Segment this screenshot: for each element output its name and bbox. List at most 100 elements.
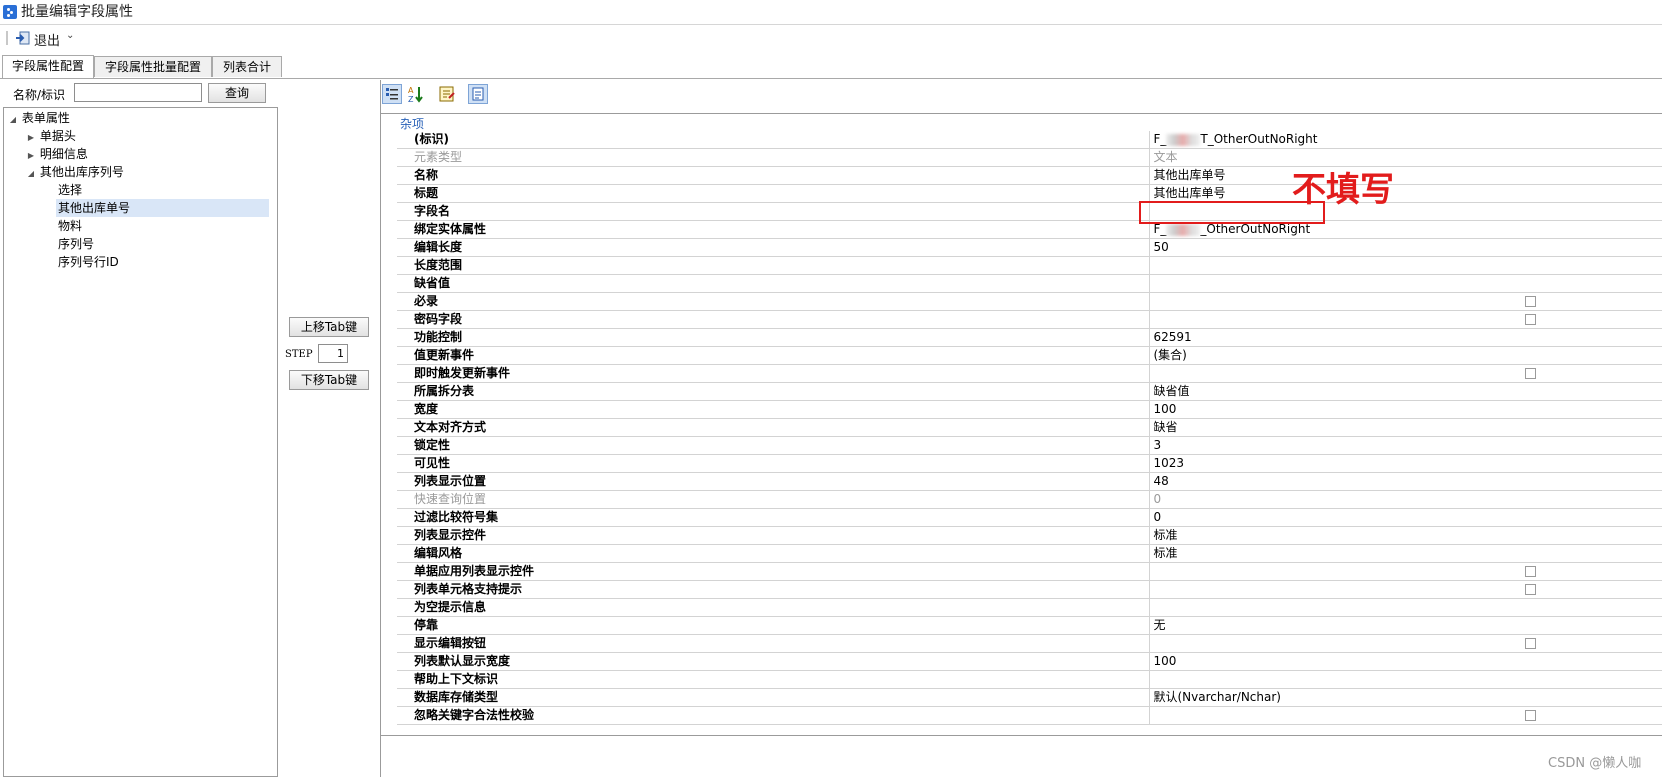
tree-root[interactable]: ◢ 表单属性 [4,109,277,127]
property-row[interactable]: 长度范围 [397,256,1662,275]
property-value[interactable] [1149,310,1662,329]
tree-leaf-material[interactable]: 物料 [4,217,277,235]
property-row[interactable]: 即时触发更新事件 [397,364,1662,383]
property-row[interactable]: 值更新事件 (集合) [397,346,1662,365]
property-row[interactable]: (标识) F_ T_OtherOutNoRight [397,131,1662,149]
property-value[interactable]: 0 [1149,508,1662,527]
move-tab-down-button[interactable]: 下移Tab键 [289,370,369,390]
collapse-icon[interactable]: ◢ [26,165,36,183]
property-row[interactable]: 功能控制 62591 [397,328,1662,347]
property-value[interactable]: 50 [1149,238,1662,257]
property-value[interactable]: 缺省 [1149,418,1662,437]
tree-leaf-select[interactable]: 选择 [4,181,277,199]
tree-node-serial[interactable]: ◢ 其他出库序列号 [4,163,277,181]
checkbox[interactable] [1524,296,1536,307]
property-value[interactable]: 缺省值 [1149,382,1662,401]
property-value[interactable] [1149,706,1662,725]
query-button[interactable]: 查询 [208,83,266,103]
property-row[interactable]: 列表显示控件 标准 [397,526,1662,545]
properties-icon[interactable] [468,84,488,104]
property-name: 即时触发更新事件 [397,364,1150,383]
value-text: 0 [1153,492,1162,506]
property-row[interactable]: 文本对齐方式 缺省 [397,418,1662,437]
move-tab-up-button[interactable]: 上移Tab键 [289,317,369,337]
property-row[interactable]: 缺省值 [397,274,1662,293]
property-pages-icon[interactable] [437,84,457,104]
property-value[interactable] [1149,598,1662,617]
property-value[interactable]: 0 [1149,490,1662,509]
property-value[interactable] [1149,562,1662,581]
property-row[interactable]: 列表显示位置 48 [397,472,1662,491]
tree-node-detail[interactable]: ▶ 明细信息 [4,145,277,163]
collapse-icon[interactable]: ◢ [8,111,18,129]
chevron-down-icon[interactable]: ⌄ [66,30,74,41]
sort-alphabetical-icon[interactable]: A Z [405,84,425,104]
property-row[interactable]: 锁定性 3 [397,436,1662,455]
tree-node-header[interactable]: ▶ 单据头 [4,127,277,145]
checkbox[interactable] [1524,584,1536,595]
search-input[interactable] [74,83,202,102]
exit-icon[interactable] [15,31,30,45]
property-value[interactable]: 文本 [1149,148,1662,167]
property-value[interactable]: 标准 [1149,526,1662,545]
checkbox[interactable] [1524,638,1536,649]
property-value[interactable] [1149,580,1662,599]
property-value[interactable]: 48 [1149,472,1662,491]
property-value[interactable] [1149,256,1662,275]
property-value[interactable]: 默认(Nvarchar/Nchar) [1149,688,1662,707]
property-value[interactable]: 其他出库单号 [1149,166,1662,185]
property-row[interactable]: 密码字段 [397,310,1662,329]
property-row[interactable]: 编辑风格 标准 [397,544,1662,563]
property-value[interactable]: 3 [1149,436,1662,455]
property-row[interactable]: 字段名 [397,202,1662,221]
property-value[interactable] [1149,364,1662,383]
tab-field-property-batch-config[interactable]: 字段属性批量配置 [94,56,212,77]
tab-list-total[interactable]: 列表合计 [212,56,282,77]
property-value[interactable]: F_ T_OtherOutNoRight [1149,131,1662,149]
tab-field-property-config[interactable]: 字段属性配置 [2,55,94,78]
property-value[interactable]: 1023 [1149,454,1662,473]
property-value[interactable]: (集合) [1149,346,1662,365]
property-value[interactable]: 100 [1149,652,1662,671]
property-value[interactable] [1149,634,1662,653]
property-value[interactable]: 标准 [1149,544,1662,563]
property-value[interactable] [1149,274,1662,293]
tree-leaf-outbound-no[interactable]: 其他出库单号 [4,199,277,217]
property-row[interactable]: 列表默认显示宽度 100 [397,652,1662,671]
property-row[interactable]: 列表单元格支持提示 [397,580,1662,599]
tree-leaf-serial-row-id[interactable]: 序列号行ID [4,253,277,271]
exit-button[interactable]: 退出 [34,30,60,49]
property-row[interactable]: 必录 [397,292,1662,311]
property-value[interactable]: 100 [1149,400,1662,419]
property-row[interactable]: 过滤比较符号集 0 [397,508,1662,527]
property-row[interactable]: 帮助上下文标识 [397,670,1662,689]
property-row[interactable]: 为空提示信息 [397,598,1662,617]
property-row[interactable]: 所属拆分表 缺省值 [397,382,1662,401]
property-value[interactable]: 无 [1149,616,1662,635]
property-row[interactable]: 单据应用列表显示控件 [397,562,1662,581]
property-row[interactable]: 名称 其他出库单号 [397,166,1662,185]
property-row[interactable]: 编辑长度 50 [397,238,1662,257]
property-value[interactable]: 其他出库单号 [1149,184,1662,203]
property-value[interactable] [1149,292,1662,311]
property-row[interactable]: 标题 其他出库单号 [397,184,1662,203]
property-row[interactable]: 绑定实体属性 F_ _OtherOutNoRight [397,220,1662,239]
checkbox[interactable] [1524,710,1536,721]
property-value[interactable] [1149,670,1662,689]
property-row[interactable]: 可见性 1023 [397,454,1662,473]
sort-categorized-icon[interactable] [382,84,402,104]
property-row[interactable]: 显示编辑按钮 [397,634,1662,653]
property-row[interactable]: 元素类型 文本 [397,148,1662,167]
checkbox[interactable] [1524,566,1536,577]
property-row[interactable]: 停靠无 [397,616,1662,635]
property-row[interactable]: 宽度 100 [397,400,1662,419]
property-row[interactable]: 数据库存储类型 默认(Nvarchar/Nchar) [397,688,1662,707]
checkbox[interactable] [1524,314,1536,325]
property-name: 所属拆分表 [397,382,1150,401]
step-input[interactable]: 1 [318,344,348,363]
checkbox[interactable] [1524,368,1536,379]
property-row[interactable]: 快速查询位置 0 [397,490,1662,509]
property-row[interactable]: 忽略关键字合法性校验 [397,706,1662,725]
tree-leaf-serial-no[interactable]: 序列号 [4,235,277,253]
property-value[interactable]: 62591 [1149,328,1662,347]
